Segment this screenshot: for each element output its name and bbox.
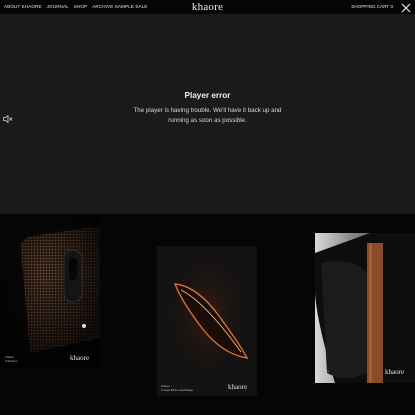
card-logo: khaore [70, 354, 90, 362]
product-card[interactable]: Khaore Leather khaore [315, 233, 415, 383]
page: ABOUT KHAORE JOURNAL SHOP ARCHIVE SAMPLE… [0, 0, 415, 415]
close-icon[interactable] [400, 2, 412, 14]
product-image-textured-bag [0, 218, 100, 368]
player-error-title: Player error [184, 91, 231, 100]
card-caption-line: Collection [5, 359, 18, 363]
product-image-leather-bag [315, 233, 415, 383]
mute-icon[interactable] [3, 115, 13, 123]
product-image-glowing-bag [157, 246, 257, 396]
card-caption: Khaore Limited Edition Handbags [161, 384, 193, 392]
card-caption: Khaore Leather [320, 369, 330, 377]
shopping-cart-link[interactable]: SHOPPING CART 0 [351, 4, 393, 9]
player-error-message: The player is having trouble. We'll have… [133, 107, 282, 124]
product-card[interactable]: Khaore Limited Edition Handbags khaore [157, 246, 257, 396]
cart-label: SHOPPING CART [351, 4, 390, 9]
card-caption-line: Limited Edition Handbags [161, 388, 193, 392]
card-caption: Khaore Collection [5, 355, 17, 363]
card-logo: khaore [385, 368, 405, 376]
cart-count: 0 [390, 4, 393, 9]
card-caption-line: Leather [320, 373, 330, 377]
card-logo: khaore [228, 383, 248, 391]
product-card[interactable]: Khaore Collection khaore [0, 218, 100, 368]
